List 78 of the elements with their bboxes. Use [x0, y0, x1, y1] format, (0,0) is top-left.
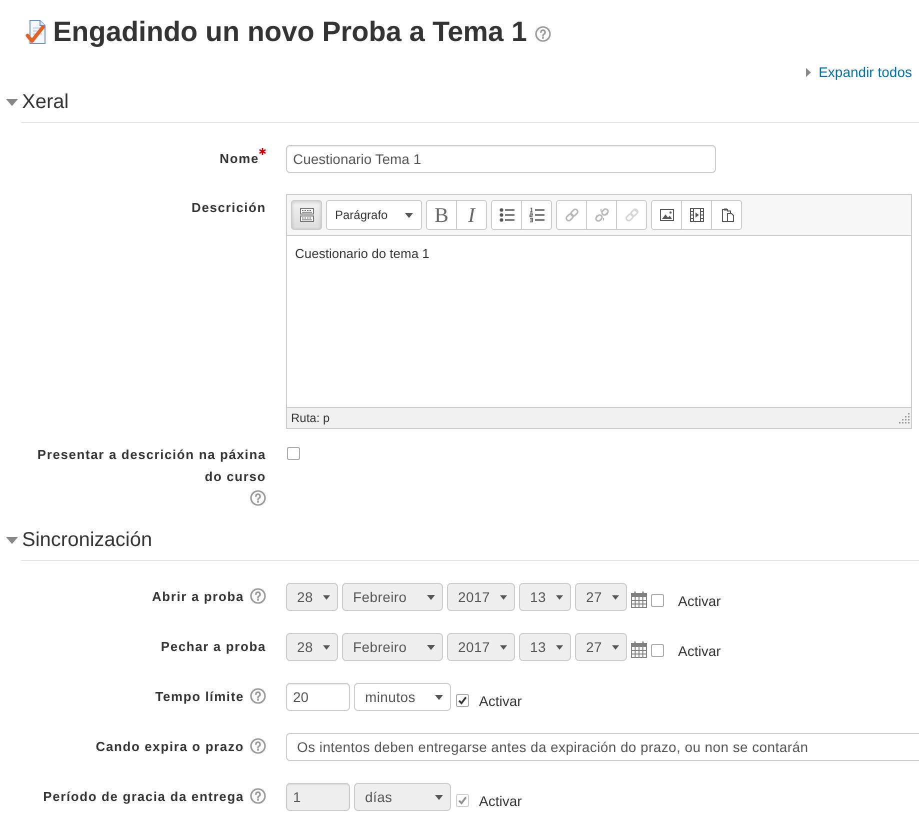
document-check-icon	[25, 19, 47, 45]
element-path: Ruta: p	[291, 411, 330, 425]
dropdown[interactable]: Febreiro	[342, 583, 443, 611]
caret-down-icon	[405, 212, 413, 218]
dropdown[interactable]: 27	[575, 633, 627, 661]
caret-down-icon	[612, 594, 619, 600]
help-icon[interactable]	[250, 738, 266, 754]
caret-down-icon	[322, 644, 330, 650]
italic-button[interactable]: I	[457, 200, 487, 230]
expand-all-link[interactable]: Expandir todos	[818, 64, 912, 80]
image-button[interactable]	[651, 200, 682, 230]
dropdown[interactable]: Os intentos deben entregarse antes da expiración do prazo, ou non se contarán	[286, 733, 919, 761]
resize-grip-icon[interactable]	[898, 412, 910, 424]
bullet-list-button[interactable]	[491, 200, 522, 230]
film-icon	[688, 207, 704, 223]
caret-down-icon	[427, 594, 435, 600]
dropdown[interactable]: 2017	[447, 633, 515, 661]
section-heading[interactable]: Sincronización	[22, 528, 152, 552]
bullet-list-icon	[498, 207, 514, 223]
field-label: Presentar a descrición na páxina do curso	[36, 446, 266, 486]
checkbox[interactable]	[651, 644, 664, 656]
field-label: Nome	[220, 150, 259, 168]
field-label: Tempo límite	[155, 688, 244, 706]
caret-down-icon	[556, 594, 563, 600]
caret-down-icon[interactable]	[6, 536, 18, 544]
field-label: Período de gracia da entrega	[43, 788, 244, 806]
checkbox-label: Activar	[678, 643, 721, 659]
section-heading[interactable]: Xeral	[22, 90, 69, 114]
help-icon[interactable]	[250, 588, 266, 604]
help-icon[interactable]	[534, 26, 551, 42]
field-label: Abrir a proba	[152, 588, 244, 606]
caret-down-icon	[435, 694, 443, 700]
editor-text-area[interactable]: Cuestionario do tema 1	[287, 236, 911, 407]
caret-down-icon	[612, 644, 619, 650]
checkbox-label: Activar	[479, 693, 522, 709]
link-icon	[624, 207, 640, 223]
checkbox[interactable]	[456, 694, 469, 706]
paste-button[interactable]	[712, 200, 742, 230]
dropdown[interactable]: 13	[519, 633, 571, 661]
field-label: Cando expira o prazo	[96, 738, 244, 756]
calendar-icon[interactable]	[631, 591, 647, 608]
caret-down-icon	[500, 594, 507, 600]
checkbox-label: Activar	[678, 593, 721, 609]
link-icon	[564, 207, 580, 223]
field-label: Pechar a proba	[160, 638, 266, 656]
caret-down-icon	[435, 794, 443, 800]
dropdown[interactable]: minutos	[354, 683, 451, 711]
text-input[interactable]: Cuestionario Tema 1	[286, 145, 716, 173]
checkbox[interactable]	[651, 594, 664, 606]
caret-down-icon	[427, 644, 435, 650]
page-title: Engadindo un novo Proba a Tema 1	[53, 15, 527, 49]
caret-right-icon[interactable]	[806, 68, 811, 76]
dropdown[interactable]: 13	[519, 583, 571, 611]
keyboard-icon	[298, 207, 314, 223]
checkbox-label: Activar	[479, 793, 522, 809]
numbered-list-button[interactable]	[522, 200, 552, 230]
toolbar-toggle-button[interactable]	[291, 200, 322, 230]
dropdown[interactable]: 28	[286, 633, 338, 661]
numbered-list-icon	[528, 207, 544, 223]
caret-down-icon	[500, 644, 507, 650]
format-dropdown[interactable]: Parágrafo	[326, 200, 422, 230]
help-icon[interactable]	[250, 688, 266, 704]
bold-button[interactable]: B	[426, 200, 457, 230]
caret-down-icon	[556, 644, 563, 650]
image-icon	[658, 207, 674, 223]
caret-down-icon[interactable]	[6, 98, 18, 106]
dropdown[interactable]: 2017	[447, 583, 515, 611]
text-input[interactable]: 20	[286, 683, 350, 711]
dropdown[interactable]: 27	[575, 583, 627, 611]
caret-down-icon	[322, 594, 330, 600]
media-button[interactable]	[682, 200, 712, 230]
checkbox[interactable]	[287, 447, 300, 460]
dropdown[interactable]: 28	[286, 583, 338, 611]
field-label: Descrición	[192, 199, 266, 217]
calendar-icon[interactable]	[631, 641, 647, 658]
dropdown[interactable]: Febreiro	[342, 633, 443, 661]
broken-link-icon	[594, 207, 610, 223]
help-icon[interactable]	[250, 490, 266, 506]
